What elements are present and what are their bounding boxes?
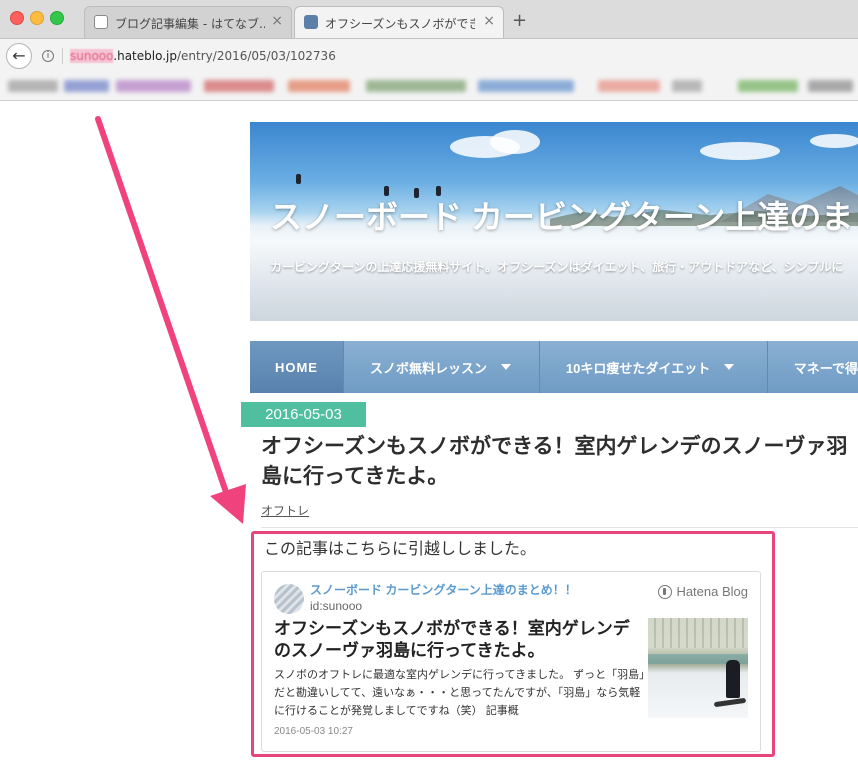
bookmark-item[interactable] bbox=[116, 80, 191, 92]
annotation-highlight-box bbox=[251, 531, 775, 757]
bookmark-item[interactable] bbox=[204, 80, 274, 92]
bookmark-item[interactable] bbox=[64, 80, 109, 92]
tab-close-icon[interactable]: × bbox=[483, 13, 495, 29]
nav-item-lesson[interactable]: スノボ無料レッスン bbox=[344, 341, 540, 393]
nav-item-label: 10キロ痩せたダイエット bbox=[565, 360, 711, 376]
nav-item-label: マネーで得 bbox=[793, 360, 858, 376]
blog-favicon-icon bbox=[304, 15, 318, 29]
skier bbox=[296, 174, 301, 184]
url-subdomain: sunooo bbox=[70, 49, 114, 63]
nav-item-money[interactable]: マネーで得 bbox=[768, 341, 858, 393]
tab-close-icon[interactable]: × bbox=[271, 13, 283, 29]
bookmark-item[interactable] bbox=[288, 80, 350, 92]
bookmark-item[interactable] bbox=[808, 80, 853, 92]
zoom-window-button[interactable] bbox=[50, 11, 64, 25]
minimize-window-button[interactable] bbox=[30, 11, 44, 25]
entry-divider bbox=[261, 527, 858, 528]
url-host: .hateblo.jp bbox=[113, 49, 177, 63]
nav-item-diet[interactable]: 10キロ痩せたダイエット bbox=[540, 341, 768, 393]
divider bbox=[62, 48, 63, 64]
address-bar[interactable]: sunooo.hateblo.jp/entry/2016/05/03/10273… bbox=[70, 49, 336, 63]
entry-date[interactable]: 2016-05-03 bbox=[241, 402, 366, 427]
tab-title: ブログ記事編集 - はてなブ... bbox=[115, 17, 265, 31]
caret-down-icon bbox=[724, 364, 735, 370]
cloud bbox=[490, 130, 540, 154]
blog-description: カービングターンの上達応援無料サイト。オフシーズンはダイエット、旅行・アウトドア… bbox=[270, 260, 844, 274]
nav-item-label: スノボ無料レッスン bbox=[369, 360, 487, 376]
hatena-favicon-icon bbox=[94, 15, 108, 29]
navigation-toolbar: ← i sunooo.hateblo.jp/entry/2016/05/03/1… bbox=[0, 39, 858, 73]
bookmark-item[interactable] bbox=[598, 80, 660, 92]
close-window-button[interactable] bbox=[10, 11, 24, 25]
cloud bbox=[810, 134, 858, 148]
bookmark-item[interactable] bbox=[8, 80, 58, 92]
nav-item-label: HOME bbox=[274, 359, 318, 375]
url-path: /entry/2016/05/03/102736 bbox=[177, 49, 336, 63]
bookmarks-bar bbox=[0, 73, 858, 101]
bookmark-item[interactable] bbox=[478, 80, 574, 92]
entry-title[interactable]: オフシーズンもスノボができる！室内ゲレンデのスノーヴァ羽島に行ってきたよ。 bbox=[261, 432, 858, 492]
bookmark-item[interactable] bbox=[366, 80, 466, 92]
nav-item-home[interactable]: HOME bbox=[250, 341, 344, 393]
tab-bar: ブログ記事編集 - はてなブ... × オフシーズンもスノボができ... × + bbox=[0, 0, 858, 39]
blog-header[interactable]: スノーボード カービングターン上達のまとめ！！ カービングターンの上達応援無料サ… bbox=[250, 122, 858, 321]
caret-down-icon bbox=[500, 364, 511, 370]
new-tab-button[interactable]: + bbox=[512, 10, 527, 31]
tab-title: オフシーズンもスノボができ... bbox=[325, 17, 475, 31]
info-icon[interactable]: i bbox=[42, 50, 54, 62]
back-button[interactable]: ← bbox=[6, 43, 32, 69]
entry-category[interactable]: オフトレ bbox=[261, 502, 309, 519]
bookmark-item[interactable] bbox=[738, 80, 798, 92]
tab-blog-editor[interactable]: ブログ記事編集 - はてなブ... × bbox=[84, 6, 292, 38]
cloud bbox=[700, 142, 780, 160]
tab-entry[interactable]: オフシーズンもスノボができ... × bbox=[294, 6, 504, 38]
global-nav: HOME スノボ無料レッスン 10キロ痩せたダイエット マネーで得 bbox=[250, 341, 858, 393]
blog-title[interactable]: スノーボード カービングターン上達のまとめ！！ bbox=[270, 192, 858, 238]
bookmark-item[interactable] bbox=[672, 80, 702, 92]
